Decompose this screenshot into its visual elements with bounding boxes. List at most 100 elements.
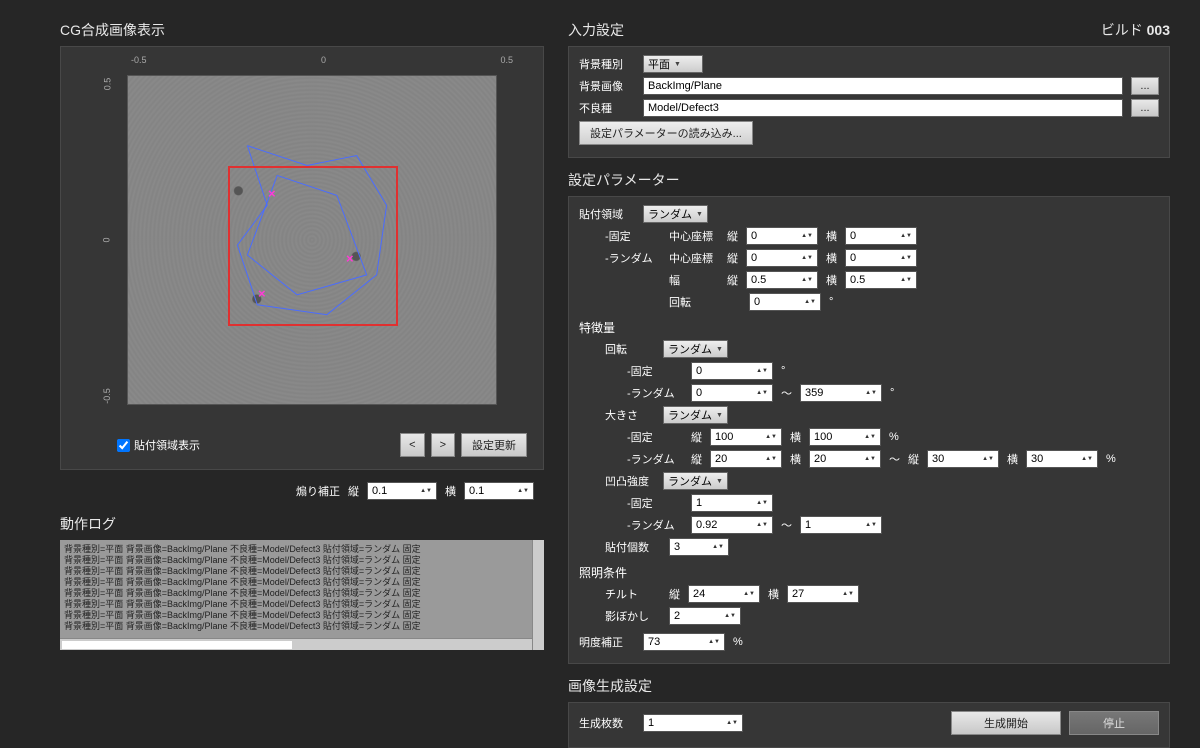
log-line: 背景種別=平面 背景画像=BackImg/Plane 不良種=Model/Def… [64, 599, 540, 610]
rotation-label: 回転 [669, 294, 719, 310]
paste-region-select[interactable]: ランダム [643, 205, 708, 223]
width-label: 幅 [669, 272, 719, 288]
h-label: 横 [826, 250, 837, 266]
defect-field[interactable]: Model/Defect3 [643, 99, 1123, 117]
fixed-center-h[interactable]: 0▲▼ [845, 227, 917, 245]
feat-rot-max[interactable]: 359▲▼ [800, 384, 882, 402]
tilt-v[interactable]: 24▲▼ [688, 585, 760, 603]
bg-type-label: 背景種別 [579, 56, 635, 72]
shear-h-input[interactable]: 0.1▲▼ [464, 482, 534, 500]
build-label: ビルド 003 [1101, 20, 1170, 40]
uneven-fixed[interactable]: 1▲▼ [691, 494, 773, 512]
tick: 0.5 [500, 55, 513, 75]
v-label: 縦 [727, 250, 738, 266]
size-select[interactable]: ランダム [663, 406, 728, 424]
center-label: 中心座標 [669, 228, 719, 244]
log-line: 背景種別=平面 背景画像=BackImg/Plane 不良種=Model/Def… [64, 566, 540, 577]
fixed-label: -固定 [627, 363, 683, 379]
size-rand-h-max[interactable]: 30▲▼ [1026, 450, 1098, 468]
params-panel: 貼付領域 ランダム -固定 中心座標 縦 0▲▼ 横 0▲▼ -ランダム 中心座… [568, 196, 1170, 664]
unevenness-select[interactable]: ランダム [663, 472, 728, 490]
h-label: 横 [826, 272, 837, 288]
feature-rot-select[interactable]: ランダム [663, 340, 728, 358]
log-line: 背景種別=平面 背景画像=BackImg/Plane 不良種=Model/Def… [64, 610, 540, 621]
fixed-label: -固定 [627, 495, 683, 511]
size-rand-h-min[interactable]: 20▲▼ [809, 450, 881, 468]
feat-rot-min[interactable]: 0▲▼ [691, 384, 773, 402]
light-label: 照明条件 [579, 564, 1159, 581]
horiz-label: 横 [445, 483, 456, 499]
size-fixed-h[interactable]: 100▲▼ [809, 428, 881, 446]
pct-label: % [733, 636, 743, 648]
uneven-max[interactable]: 1▲▼ [800, 516, 882, 534]
v-label: 縦 [727, 228, 738, 244]
cg-image-title: CG合成画像表示 [60, 20, 544, 40]
log-box[interactable]: 背景種別=平面 背景画像=BackImg/Plane 不良種=Model/Def… [60, 540, 544, 650]
image-viewer: -0.5 0 0.5 0.5 0 -0.5 × × × [87, 55, 517, 425]
brightness-label: 明度補正 [579, 634, 635, 650]
gen-title: 画像生成設定 [568, 676, 1170, 696]
pct-label: % [1106, 453, 1116, 465]
paste-region-label: 貼付領域 [579, 206, 635, 222]
tick: 0 [321, 55, 326, 75]
defect-browse-button[interactable]: ... [1131, 99, 1159, 117]
deg-label: ° [781, 365, 785, 377]
log-line: 背景種別=平面 背景画像=BackImg/Plane 不良種=Model/Def… [64, 544, 540, 555]
shear-label: 煽り補正 [296, 483, 340, 499]
bg-img-browse-button[interactable]: ... [1131, 77, 1159, 95]
deg-label: ° [890, 387, 894, 399]
marker-icon: × [268, 186, 276, 201]
bg-img-field[interactable]: BackImg/Plane [643, 77, 1123, 95]
update-settings-button[interactable]: 設定更新 [461, 433, 527, 457]
pct-label: % [889, 431, 899, 443]
tilt-h[interactable]: 27▲▼ [787, 585, 859, 603]
v-label: 縦 [691, 451, 702, 467]
h-label: 横 [790, 451, 801, 467]
viewer-panel: -0.5 0 0.5 0.5 0 -0.5 × × × [60, 46, 544, 470]
load-params-button[interactable]: 設定パラメーターの読み込み... [579, 121, 753, 145]
uneven-min[interactable]: 0.92▲▼ [691, 516, 773, 534]
bg-img-label: 背景画像 [579, 78, 635, 94]
tick: 0.5 [102, 78, 112, 91]
fixed-label: -固定 [627, 429, 683, 445]
size-rand-v-min[interactable]: 20▲▼ [710, 450, 782, 468]
tick: -0.5 [102, 388, 112, 404]
center-label: 中心座標 [669, 250, 719, 266]
unevenness-label: 凹凸強度 [605, 473, 655, 489]
marker-icon: × [346, 251, 354, 266]
start-button[interactable]: 生成開始 [951, 711, 1061, 735]
h-label: 横 [826, 228, 837, 244]
next-button[interactable]: > [431, 433, 455, 457]
stop-button[interactable]: 停止 [1069, 711, 1159, 735]
marker-icon: × [258, 286, 266, 301]
log-line: 背景種別=平面 背景画像=BackImg/Plane 不良種=Model/Def… [64, 621, 540, 632]
brightness-input[interactable]: 73▲▼ [643, 633, 725, 651]
gen-count-input[interactable]: 1▲▼ [643, 714, 743, 732]
fixed-center-v[interactable]: 0▲▼ [746, 227, 818, 245]
random-label: -ランダム [627, 517, 683, 533]
count-input[interactable]: 3▲▼ [669, 538, 729, 556]
show-region-label: 貼付領域表示 [134, 437, 200, 453]
bg-type-select[interactable]: 平面 [643, 55, 703, 73]
show-region-checkbox[interactable]: 貼付領域表示 [117, 437, 200, 453]
log-line: 背景種別=平面 背景画像=BackImg/Plane 不良種=Model/Def… [64, 577, 540, 588]
width-v[interactable]: 0.5▲▼ [746, 271, 818, 289]
blur-input[interactable]: 2▲▼ [669, 607, 741, 625]
rotation-input[interactable]: 0▲▼ [749, 293, 821, 311]
size-fixed-v[interactable]: 100▲▼ [710, 428, 782, 446]
random-label: -ランダム [605, 250, 661, 266]
size-rand-v-max[interactable]: 30▲▼ [927, 450, 999, 468]
prev-button[interactable]: < [400, 433, 424, 457]
show-region-input[interactable] [117, 439, 130, 452]
scrollbar-v[interactable] [532, 540, 544, 650]
h-label: 横 [1007, 451, 1018, 467]
tick: -0.5 [131, 55, 147, 75]
shear-v-input[interactable]: 0.1▲▼ [367, 482, 437, 500]
scrollbar-h[interactable] [60, 638, 532, 650]
rand-center-v[interactable]: 0▲▼ [746, 249, 818, 267]
input-settings-title: 入力設定 [568, 20, 624, 40]
width-h[interactable]: 0.5▲▼ [845, 271, 917, 289]
axis-left: 0.5 0 -0.5 [87, 75, 127, 405]
rand-center-h[interactable]: 0▲▼ [845, 249, 917, 267]
feat-rot-fixed[interactable]: 0▲▼ [691, 362, 773, 380]
